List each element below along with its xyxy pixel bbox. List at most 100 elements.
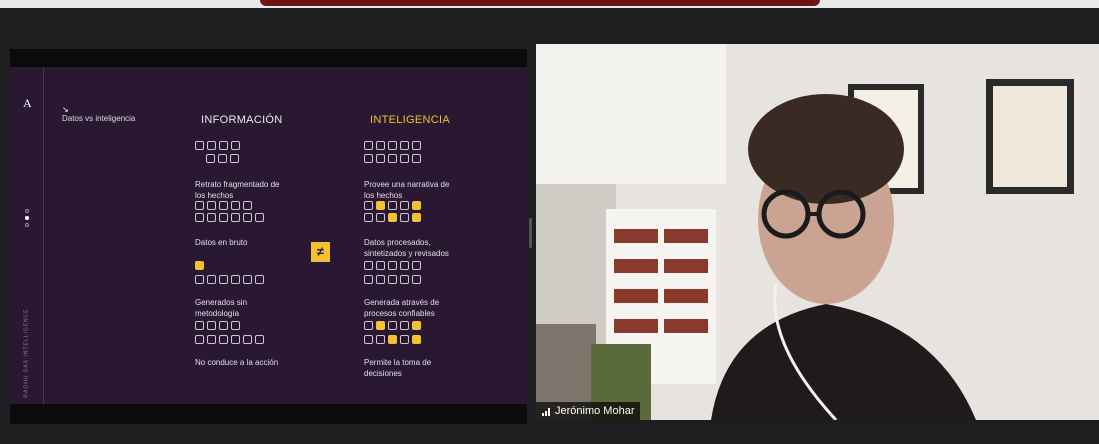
- grid-square-icon: [255, 335, 264, 344]
- meeting-stage: A RAGHU DAS INTELLIGENCE ↘ Datos vs inte…: [0, 8, 1099, 444]
- presentation-slide: A RAGHU DAS INTELLIGENCE ↘ Datos vs inte…: [10, 67, 527, 404]
- grid-square-icon: [231, 213, 240, 222]
- grid-square-icon: [206, 154, 215, 163]
- grid-square-icon: [376, 154, 385, 163]
- grid-square-icon: [255, 213, 264, 222]
- grid-square-icon: [230, 154, 239, 163]
- intel-item-4: Permite la toma de decisiones: [364, 358, 432, 378]
- grid-square-icon: [376, 141, 385, 150]
- intel-item-3: Generada através de procesos confiables: [364, 298, 440, 318]
- grid-square-icon: [364, 275, 373, 284]
- grid-square-icon: [207, 321, 216, 330]
- grid-square-icon: [400, 321, 409, 330]
- video-frame-illustration: [536, 44, 1099, 420]
- grid-square-icon: [364, 141, 373, 150]
- intel-column-title: INTELIGENCIA: [370, 114, 451, 126]
- grid-square-icon: [207, 141, 216, 150]
- grid-square-icon: [400, 213, 409, 222]
- split-divider-handle[interactable]: [529, 218, 532, 248]
- grid-square-icon: [255, 275, 264, 284]
- grid-square-icon: [195, 275, 204, 284]
- grid-square-icon: [243, 201, 252, 210]
- grid-square-icon: [243, 335, 252, 344]
- grid-square-icon: [219, 275, 228, 284]
- nav-dot: [25, 223, 29, 227]
- intel-item-2: Datos procesados, sintetizados y revisad…: [364, 238, 449, 258]
- grid-square-icon: [412, 154, 421, 163]
- grid-square-icon: [219, 321, 228, 330]
- grid-square-icon: [207, 201, 216, 210]
- grid-square-icon: [207, 335, 216, 344]
- grid-square-icon: [412, 261, 421, 270]
- grid-square-icon: [243, 275, 252, 284]
- vertical-brand-label: RAGHU DAS INTELLIGENCE: [23, 308, 30, 398]
- info-item-3: Generados sin metodología: [195, 298, 248, 318]
- signal-bars-icon: [542, 407, 552, 417]
- grid-square-icon: [400, 154, 409, 163]
- shared-screen[interactable]: A RAGHU DAS INTELLIGENCE ↘ Datos vs inte…: [10, 49, 527, 424]
- grid-square-icon: [219, 201, 228, 210]
- brand-logo: A: [23, 96, 32, 110]
- grid-square-icon: [400, 335, 409, 344]
- grid-square-icon: [364, 213, 373, 222]
- grid-square-icon: [195, 321, 204, 330]
- grid-square-icon: [388, 141, 397, 150]
- grid-square-icon: [376, 321, 385, 330]
- grid-square-icon: [364, 261, 373, 270]
- grid-square-icon: [388, 335, 397, 344]
- decorative-banner: [260, 0, 820, 6]
- grid-square-icon: [388, 275, 397, 284]
- grid-square-icon: [195, 261, 204, 270]
- grid-square-icon: [376, 261, 385, 270]
- grid-square-icon: [364, 201, 373, 210]
- grid-square-icon: [400, 275, 409, 284]
- grid-square-icon: [412, 201, 421, 210]
- info-item-1: Retrato fragmentado de los hechos: [195, 180, 280, 200]
- grid-square-icon: [231, 335, 240, 344]
- grid-square-icon: [364, 321, 373, 330]
- grid-square-icon: [364, 154, 373, 163]
- slide-section-title: Datos vs inteligencia: [62, 114, 136, 123]
- grid-square-icon: [388, 213, 397, 222]
- grid-square-icon: [376, 335, 385, 344]
- grid-square-icon: [400, 261, 409, 270]
- grid-square-icon: [412, 141, 421, 150]
- grid-square-icon: [219, 335, 228, 344]
- grid-square-icon: [207, 275, 216, 284]
- grid-square-icon: [412, 213, 421, 222]
- grid-square-icon: [376, 201, 385, 210]
- window-top-bar: [0, 0, 1099, 8]
- nav-dot: [25, 209, 29, 213]
- participant-video[interactable]: Jerónimo Mohar: [536, 44, 1099, 420]
- grid-square-icon: [388, 201, 397, 210]
- grid-square-icon: [376, 213, 385, 222]
- grid-square-icon: [400, 141, 409, 150]
- grid-square-icon: [195, 213, 204, 222]
- grid-square-icon: [219, 141, 228, 150]
- grid-square-icon: [207, 213, 216, 222]
- grid-square-icon: [231, 275, 240, 284]
- grid-square-icon: [218, 154, 227, 163]
- grid-square-icon: [231, 141, 240, 150]
- grid-square-icon: [400, 201, 409, 210]
- info-column-title: INFORMACIÓN: [201, 114, 283, 126]
- intel-item-1: Provee una narrativa de los hechos: [364, 180, 450, 200]
- grid-square-icon: [195, 201, 204, 210]
- grid-square-icon: [243, 213, 252, 222]
- info-item-2: Datos en bruto: [195, 238, 248, 247]
- participant-name: Jerónimo Mohar: [555, 405, 635, 417]
- mouse-cursor-icon: ↘: [62, 105, 69, 114]
- not-equal-icon: ≠: [311, 242, 330, 262]
- grid-square-icon: [231, 201, 240, 210]
- grid-square-icon: [388, 154, 397, 163]
- grid-square-icon: [231, 321, 240, 330]
- grid-square-icon: [376, 275, 385, 284]
- grid-square-icon: [388, 261, 397, 270]
- grid-square-icon: [412, 321, 421, 330]
- grid-square-icon: [388, 321, 397, 330]
- grid-square-icon: [412, 335, 421, 344]
- info-item-4: No conduce a la acción: [195, 358, 279, 367]
- grid-square-icon: [412, 275, 421, 284]
- nav-dot-active: [25, 216, 29, 220]
- grid-square-icon: [195, 141, 204, 150]
